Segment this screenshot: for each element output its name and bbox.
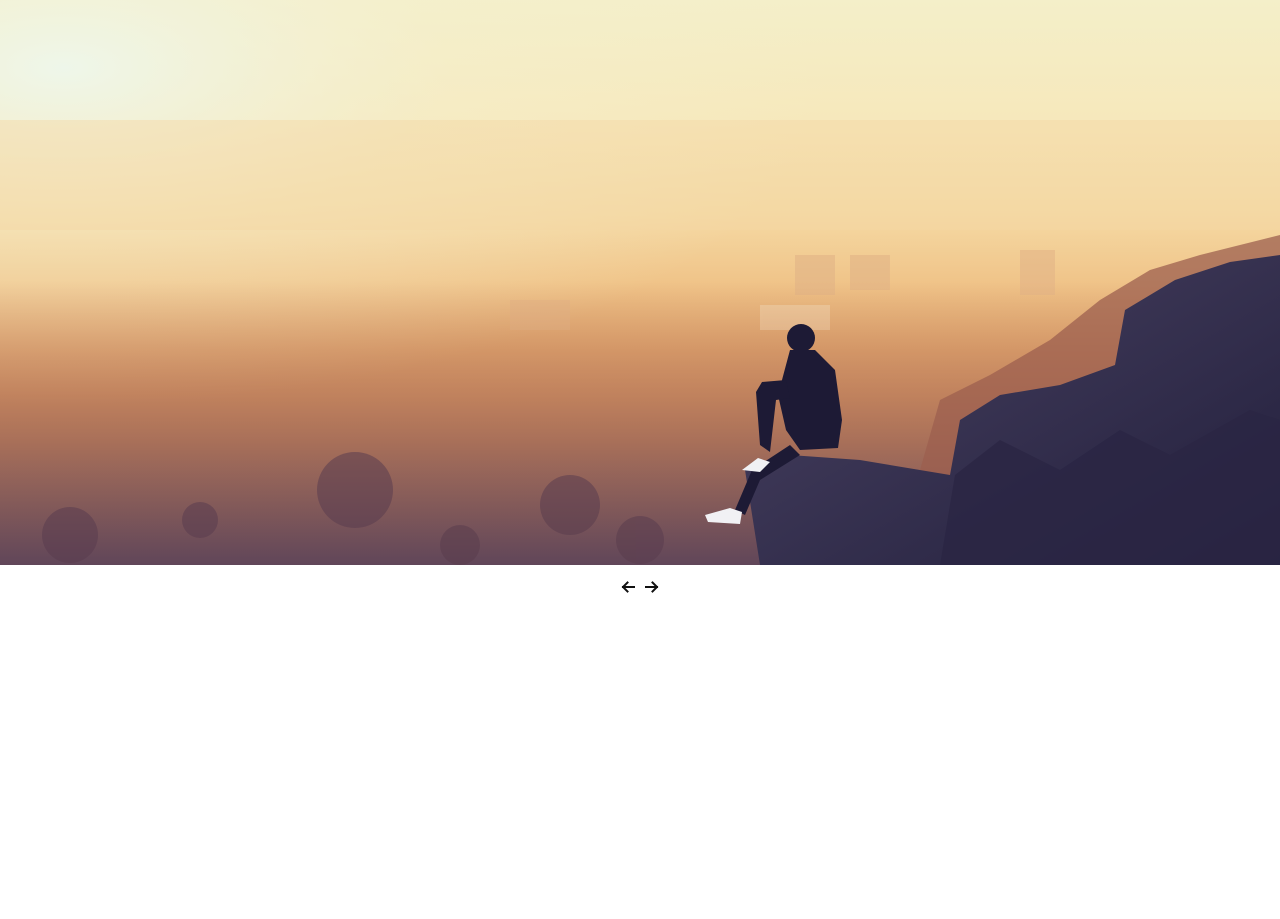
arrow-right-icon [645, 581, 659, 593]
slider-controls [0, 576, 1280, 598]
arrow-left-icon [621, 581, 635, 593]
slide-photo [0, 0, 1280, 565]
next-slide-button[interactable] [643, 576, 661, 598]
image-slider [0, 0, 1280, 565]
prev-slide-button[interactable] [619, 576, 637, 598]
